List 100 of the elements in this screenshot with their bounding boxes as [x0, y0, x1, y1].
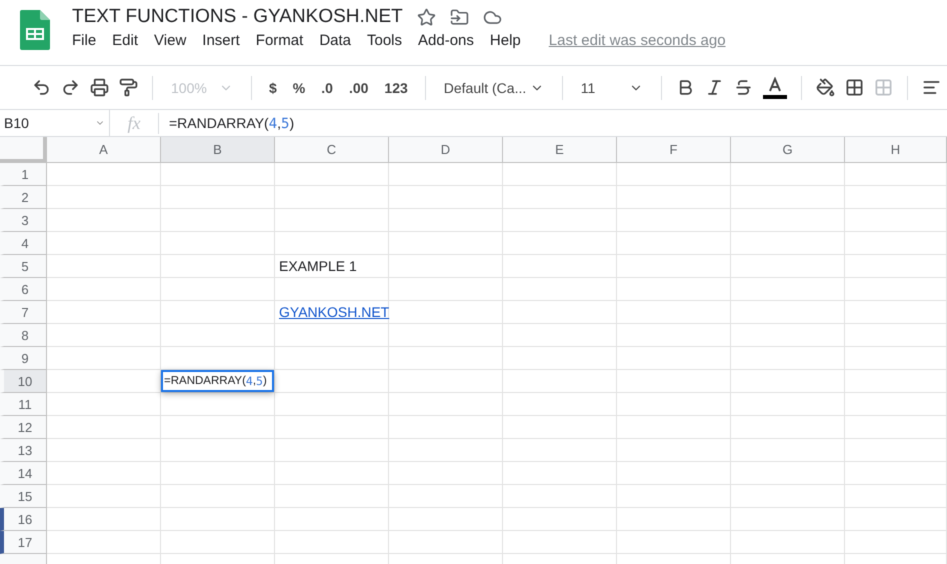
grid-cell[interactable]	[275, 209, 389, 232]
grid-cell[interactable]	[617, 163, 731, 186]
grid-cell[interactable]	[47, 347, 161, 370]
font-dropdown[interactable]: Default (Ca...	[440, 78, 548, 98]
grid-cell[interactable]	[389, 485, 503, 508]
row-header[interactable]: 5	[0, 255, 47, 278]
formula-input[interactable]: =RANDARRAY(4,5)	[159, 114, 294, 132]
last-edit-link[interactable]: Last edit was seconds ago	[548, 32, 726, 49]
grid-cell[interactable]	[845, 186, 947, 209]
row-header[interactable]: 3	[0, 209, 47, 232]
grid-cell[interactable]	[503, 186, 617, 209]
grid-cell[interactable]	[389, 347, 503, 370]
grid-cell[interactable]	[617, 324, 731, 347]
grid-cell[interactable]	[275, 186, 389, 209]
grid-cell[interactable]	[617, 485, 731, 508]
grid-cell[interactable]	[617, 186, 731, 209]
grid-cell[interactable]	[731, 393, 845, 416]
row-header[interactable]: 14	[0, 462, 47, 485]
grid-cell[interactable]	[845, 209, 947, 232]
row-header[interactable]: 2	[0, 186, 47, 209]
print-icon[interactable]	[90, 78, 109, 97]
document-title[interactable]: TEXT FUNCTIONS - GYANKOSH.NET	[72, 6, 403, 28]
number-format-button[interactable]: .0	[318, 78, 336, 98]
grid-cell[interactable]	[161, 531, 275, 554]
grid-cell[interactable]	[503, 531, 617, 554]
grid-cell[interactable]	[845, 370, 947, 393]
grid-cell[interactable]	[731, 462, 845, 485]
grid-cell[interactable]: EXAMPLE 1	[275, 255, 389, 278]
strikethrough-icon[interactable]	[734, 78, 753, 97]
column-header[interactable]: F	[617, 137, 731, 163]
grid-cell[interactable]	[731, 347, 845, 370]
grid-cell[interactable]	[47, 324, 161, 347]
grid-cell[interactable]	[503, 324, 617, 347]
grid-cell[interactable]	[731, 485, 845, 508]
grid-cell[interactable]	[47, 255, 161, 278]
menu-item[interactable]: Help	[490, 32, 521, 49]
grid-cell[interactable]	[845, 462, 947, 485]
grid-cell[interactable]	[389, 278, 503, 301]
select-all-corner[interactable]	[0, 137, 47, 163]
grid-cell[interactable]	[47, 508, 161, 531]
menu-item[interactable]: File	[72, 32, 96, 49]
grid-cell[interactable]	[617, 508, 731, 531]
grid-cell[interactable]	[161, 278, 275, 301]
grid-cell[interactable]	[731, 232, 845, 255]
font-size-dropdown[interactable]: 11	[576, 78, 647, 98]
grid-cell[interactable]	[617, 209, 731, 232]
grid-cell[interactable]	[503, 163, 617, 186]
grid-cell[interactable]	[503, 232, 617, 255]
grid-cell[interactable]	[845, 255, 947, 278]
grid-cell[interactable]	[503, 485, 617, 508]
grid-cell[interactable]	[389, 508, 503, 531]
grid-cell[interactable]	[389, 163, 503, 186]
grid-cell[interactable]	[389, 324, 503, 347]
grid-cell[interactable]	[503, 416, 617, 439]
grid-cell[interactable]	[161, 485, 275, 508]
column-header[interactable]: C	[275, 137, 389, 163]
grid-cell[interactable]	[731, 255, 845, 278]
spreadsheet-logo-icon[interactable]	[20, 10, 50, 50]
grid-cell[interactable]	[275, 232, 389, 255]
grid-cell[interactable]	[47, 301, 161, 324]
grid-cell[interactable]	[47, 416, 161, 439]
grid-cell[interactable]	[161, 462, 275, 485]
grid-cell[interactable]	[161, 255, 275, 278]
grid-cell[interactable]	[161, 324, 275, 347]
cell-editor[interactable]: =RANDARRAY(4,5)	[161, 370, 274, 392]
grid-cell[interactable]	[617, 462, 731, 485]
grid-cell[interactable]	[161, 232, 275, 255]
grid-cell[interactable]	[617, 393, 731, 416]
menu-item[interactable]: Format	[256, 32, 304, 49]
row-header[interactable]: 8	[0, 324, 47, 347]
grid-cell[interactable]	[389, 209, 503, 232]
menu-item[interactable]: Insert	[202, 32, 240, 49]
grid-cell[interactable]	[389, 416, 503, 439]
star-icon[interactable]	[416, 8, 436, 26]
borders-icon[interactable]	[844, 78, 864, 97]
grid-cell[interactable]	[389, 186, 503, 209]
grid-cell[interactable]	[47, 531, 161, 554]
grid-cell[interactable]	[845, 232, 947, 255]
grid-cell[interactable]	[503, 370, 617, 393]
grid-cell[interactable]	[275, 416, 389, 439]
grid-cell[interactable]	[731, 531, 845, 554]
grid-cell[interactable]	[275, 163, 389, 186]
menu-item[interactable]: Data	[319, 32, 351, 49]
grid-cell[interactable]	[275, 370, 389, 393]
name-box[interactable]: B10	[0, 110, 110, 136]
number-format-button[interactable]: .00	[346, 78, 372, 98]
grid-cell[interactable]	[161, 163, 275, 186]
grid-cell[interactable]	[503, 393, 617, 416]
grid-cell[interactable]	[389, 462, 503, 485]
grid-cell[interactable]	[845, 301, 947, 324]
grid-cell[interactable]	[845, 163, 947, 186]
grid-cell[interactable]	[275, 485, 389, 508]
grid-cell[interactable]	[161, 439, 275, 462]
row-header[interactable]: 10	[0, 370, 47, 393]
grid-cell[interactable]	[617, 232, 731, 255]
row-header[interactable]: 12	[0, 416, 47, 439]
grid-cell[interactable]	[275, 278, 389, 301]
column-header[interactable]: A	[47, 137, 161, 163]
fill-color-icon[interactable]	[816, 78, 835, 97]
grid-cell[interactable]	[503, 347, 617, 370]
